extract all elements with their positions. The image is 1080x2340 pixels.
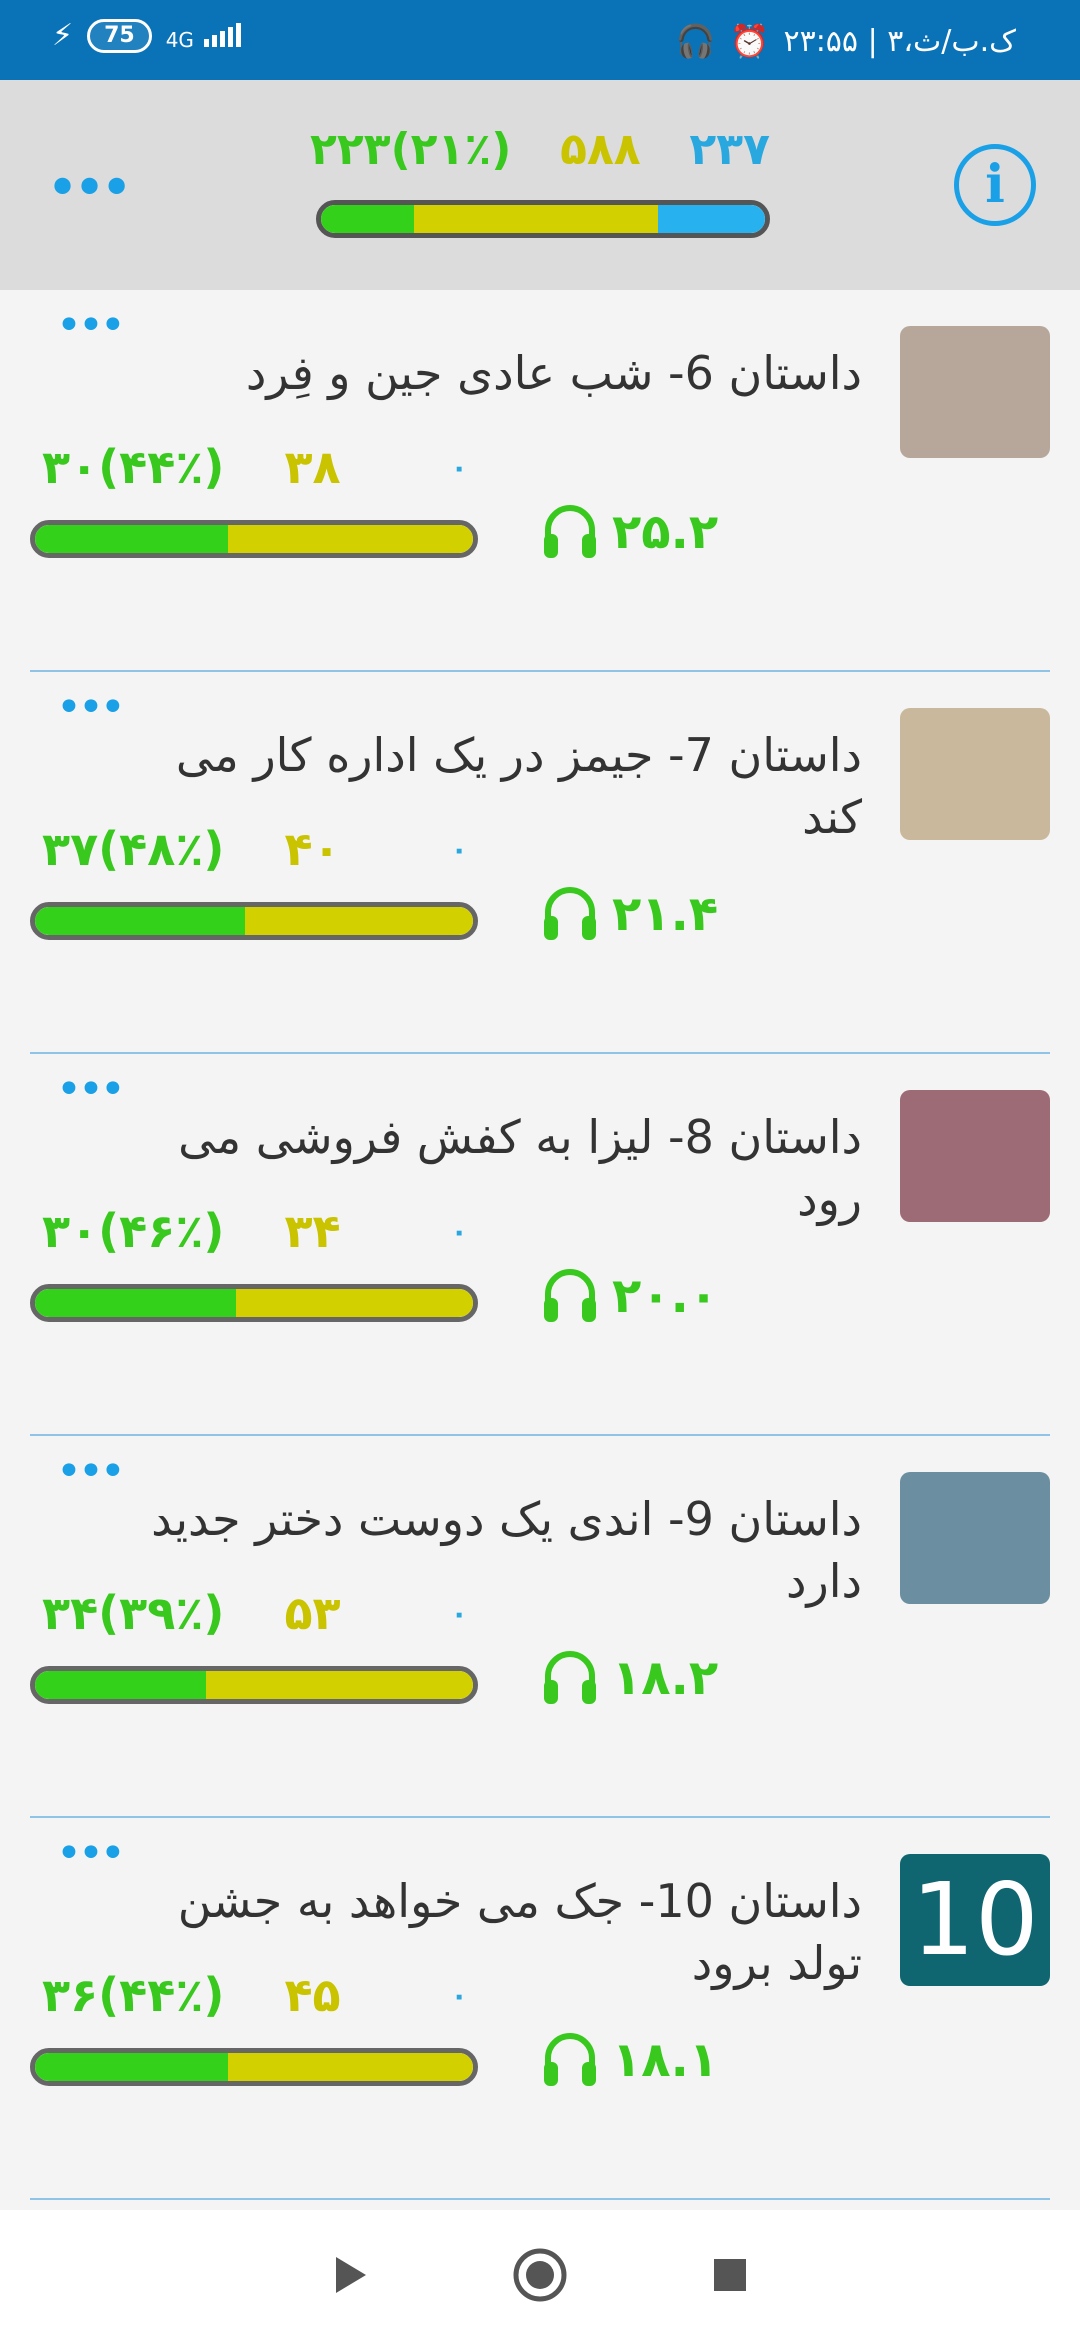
story-more-options-icon[interactable]: •••: [56, 1450, 126, 1494]
story-progress-yellow: [227, 525, 473, 553]
story-duration: ۲۵.۲: [612, 504, 719, 560]
story-progress-bar: [30, 2048, 478, 2086]
story-progress-bar: [30, 1284, 478, 1322]
story-duration: ۱۸.۲: [612, 1650, 719, 1706]
story-blue-count: ۰: [450, 832, 468, 866]
summary-green-count: ۲۲۳(۲۱٪): [310, 124, 512, 175]
summary-yellow-count: ۵۸۸: [560, 124, 641, 175]
story-progress-yellow: [227, 2053, 473, 2081]
story-blue-count: ۰: [450, 1214, 468, 1248]
story-progress-yellow: [245, 907, 473, 935]
summary-progress-yellow: [414, 205, 659, 233]
story-more-options-icon[interactable]: •••: [56, 1832, 126, 1876]
alarm-icon: ⏰: [729, 22, 770, 60]
story-progress-yellow: [205, 1671, 473, 1699]
story-thumbnail: [900, 326, 1050, 458]
story-thumbnail: [900, 708, 1050, 840]
story-yellow-count: ۵۳: [284, 1586, 341, 1640]
story-progress-bar: [30, 902, 478, 940]
story-list: ••• داستان 6- شب عادی جین و فِرد ۳۰(۴۴٪)…: [0, 290, 1080, 2200]
story-audio[interactable]: ۲۵.۲: [538, 500, 718, 564]
story-stats: ۳۰(۴۴٪) ۳۸ ۰: [42, 440, 492, 494]
story-audio[interactable]: ۱۸.۲: [538, 1646, 718, 1710]
summary-progress-green: [321, 205, 415, 233]
headphones-icon: [544, 887, 596, 940]
battery-indicator: 75: [87, 18, 152, 53]
headphones-icon: [544, 1651, 596, 1704]
story-card[interactable]: ••• داستان 6- شب عادی جین و فِرد ۳۰(۴۴٪)…: [30, 290, 1050, 672]
story-progress-yellow: [236, 1289, 473, 1317]
headphones-icon: [544, 1269, 596, 1322]
stop-button[interactable]: [700, 2245, 760, 2305]
story-stats: ۳۷(۴۸٪) ۴۰ ۰: [42, 822, 492, 876]
navigation-bar: [0, 2210, 1080, 2340]
home-button[interactable]: [510, 2245, 570, 2305]
info-icon[interactable]: i: [954, 144, 1036, 226]
story-progress-bar: [30, 1666, 478, 1704]
story-duration: ۲۱.۴: [612, 886, 719, 942]
story-yellow-count: ۴۵: [284, 1968, 341, 2022]
story-audio[interactable]: ۱۸.۱: [538, 2028, 718, 2092]
story-card[interactable]: ••• داستان 8- لیزا به کفش فروشی می رود ۳…: [30, 1054, 1050, 1436]
story-more-options-icon[interactable]: •••: [56, 686, 126, 730]
story-more-options-icon[interactable]: •••: [56, 1068, 126, 1112]
home-circle-icon: [513, 2248, 567, 2302]
story-blue-count: ۰: [450, 1978, 468, 2012]
summary-header: ••• ۲۲۳(۲۱٪) ۵۸۸ ۲۳۷ i: [0, 80, 1080, 290]
story-blue-count: ۰: [450, 450, 468, 484]
story-green-count: ۳۶(۴۴٪): [42, 1968, 225, 2022]
story-progress-green: [35, 1289, 237, 1317]
summary-progress-blue: [658, 205, 765, 233]
story-card[interactable]: ••• داستان 9- اندی یک دوست دختر جدید دار…: [30, 1436, 1050, 1818]
story-yellow-count: ۳۴: [284, 1204, 341, 1258]
story-progress-green: [35, 525, 228, 553]
story-progress-green: [35, 1671, 206, 1699]
story-title: داستان 6- شب عادی جین و فِرد: [245, 346, 862, 400]
signal-icon: [204, 22, 242, 47]
story-audio[interactable]: ۲۱.۴: [538, 882, 718, 946]
headphones-icon: [544, 505, 596, 558]
story-green-count: ۳۷(۴۸٪): [42, 822, 225, 876]
story-progress-bar: [30, 520, 478, 558]
summary-stats: ۲۲۳(۲۱٪) ۵۸۸ ۲۳۷: [310, 124, 770, 175]
story-thumbnail: [900, 1472, 1050, 1604]
story-stats: ۳۶(۴۴٪) ۴۵ ۰: [42, 1968, 492, 2022]
story-blue-count: ۰: [450, 1596, 468, 1630]
more-options-icon[interactable]: •••: [46, 161, 133, 217]
story-yellow-count: ۳۸: [284, 440, 341, 494]
headphones-icon: [544, 2033, 596, 2086]
play-icon: [336, 2257, 366, 2293]
story-green-count: ۳۰(۴۶٪): [42, 1204, 225, 1258]
story-card[interactable]: 10 ••• داستان 10- جک می خواهد به جشن تول…: [30, 1818, 1050, 2200]
story-thumbnail: 10: [900, 1854, 1050, 1986]
story-duration: ۲۰.۰: [612, 1268, 719, 1324]
stop-icon: [714, 2259, 746, 2291]
story-stats: ۳۴(۳۹٪) ۵۳ ۰: [42, 1586, 492, 1640]
story-progress-green: [35, 907, 246, 935]
story-green-count: ۳۴(۳۹٪): [42, 1586, 225, 1640]
story-more-options-icon[interactable]: •••: [56, 304, 126, 348]
story-audio[interactable]: ۲۰.۰: [538, 1264, 718, 1328]
summary-blue-count: ۲۳۷: [689, 124, 770, 175]
charging-icon: ⚡: [52, 18, 74, 53]
summary-progress-bar: [316, 200, 770, 238]
story-green-count: ۳۰(۴۴٪): [42, 440, 225, 494]
story-progress-green: [35, 2053, 228, 2081]
network-label: 4G: [166, 22, 242, 50]
headphones-status-icon: 🎧: [675, 22, 716, 60]
story-yellow-count: ۴۰: [284, 822, 341, 876]
story-duration: ۱۸.۱: [612, 2032, 719, 2088]
play-button[interactable]: [320, 2245, 380, 2305]
status-bar: ⚡ 75 4G 🎧 ⏰ ۲۳:۵۵ | ۳،ک.ب/ث: [0, 0, 1080, 80]
clock-date: ۲۳:۵۵ | ۳،ک.ب/ث: [783, 23, 1016, 59]
story-thumbnail: [900, 1090, 1050, 1222]
story-stats: ۳۰(۴۶٪) ۳۴ ۰: [42, 1204, 492, 1258]
story-card[interactable]: ••• داستان 7- جیمز در یک اداره کار می کن…: [30, 672, 1050, 1054]
